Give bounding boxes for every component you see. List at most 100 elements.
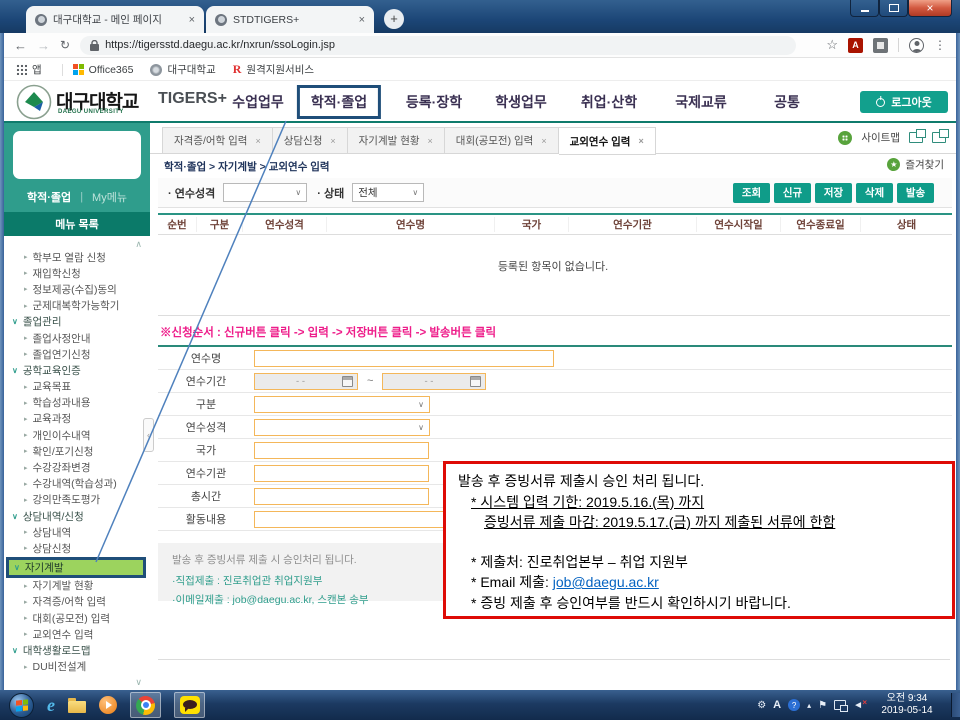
status-select[interactable]: 전체 [352, 183, 424, 202]
new-window-icon[interactable] [909, 132, 923, 143]
new-tab-button[interactable] [384, 9, 404, 29]
nav-item-common[interactable]: 공통 [774, 92, 800, 112]
extension-icon[interactable] [873, 38, 888, 53]
sidebar-section-self-development-highlighted[interactable]: 자기계발 [6, 557, 146, 578]
sidebar-item[interactable]: 수강내역(학습성과) [4, 476, 150, 492]
country-input[interactable] [254, 442, 429, 459]
chevron-down-icon[interactable] [135, 677, 142, 688]
nav-item-classes[interactable]: 수업업무 [232, 92, 284, 112]
send-button[interactable]: 발송 [897, 183, 934, 203]
popup-window-icon[interactable] [932, 132, 946, 143]
close-icon[interactable] [428, 136, 433, 146]
adobe-extension-icon[interactable] [848, 38, 863, 53]
show-desktop-button[interactable] [951, 693, 960, 717]
nav-item-international[interactable]: 국제교류 [675, 92, 727, 112]
bookmark-office365[interactable]: Office365 [73, 64, 134, 76]
sidebar-item[interactable]: 교육과정 [4, 411, 150, 427]
browser-tab-tigers[interactable]: STDTIGERS+ [206, 6, 374, 33]
sidebar-item[interactable]: 상담신청 [4, 540, 150, 556]
sidebar-section[interactable]: 졸업관리 [4, 314, 150, 330]
sidebar-item[interactable]: 상담내역 [4, 524, 150, 540]
tab-counseling[interactable]: 상담신청 [273, 127, 348, 154]
sidebar-item[interactable]: 대회(공모전) 입력 [4, 610, 150, 626]
bookmark-star-icon[interactable] [826, 37, 838, 53]
email-link[interactable]: job@daegu.ac.kr [553, 574, 659, 590]
taskbar-clock[interactable]: 오전 9:34 2019-05-14 [874, 693, 940, 717]
tab-self-development-status[interactable]: 자기계발 현황 [348, 127, 445, 154]
calendar-icon[interactable] [342, 376, 353, 387]
save-button[interactable]: 저장 [815, 183, 852, 203]
sidebar-item[interactable]: DU비전설계 [4, 659, 150, 675]
total-hours-input[interactable] [254, 488, 429, 505]
sidebar-item[interactable]: 학부모 열람 신청 [4, 249, 150, 265]
internet-explorer-icon[interactable] [47, 695, 55, 716]
close-icon[interactable] [330, 136, 335, 146]
close-icon[interactable] [638, 136, 643, 146]
close-icon[interactable] [255, 136, 260, 146]
sidebar-item[interactable]: 졸업연기신청 [4, 346, 150, 362]
type-select[interactable] [254, 396, 430, 413]
nav-item-records-highlighted[interactable]: 학적·졸업 [297, 85, 381, 119]
back-icon[interactable] [14, 38, 27, 53]
sidebar-tab-records[interactable]: 학적·졸업 [27, 189, 71, 205]
logout-button[interactable]: 로그아웃 [860, 91, 948, 113]
nav-item-student-affairs[interactable]: 학생업무 [495, 92, 547, 112]
tab-external-training-active[interactable]: 교외연수 입력 [559, 127, 656, 155]
sidebar-item[interactable]: 확인/포기신청 [4, 443, 150, 459]
network-icon[interactable] [834, 700, 846, 710]
institution-input[interactable] [254, 465, 429, 482]
sidebar-item[interactable]: 졸업사정안내 [4, 330, 150, 346]
start-button[interactable] [9, 693, 34, 718]
file-explorer-icon[interactable] [68, 701, 86, 713]
action-center-icon[interactable] [818, 700, 827, 711]
muted-speaker-icon[interactable] [853, 700, 863, 711]
tab-close-icon[interactable] [189, 14, 195, 26]
reload-icon[interactable] [60, 38, 70, 52]
tray-expand-icon[interactable] [807, 700, 811, 711]
forward-icon[interactable] [37, 38, 50, 53]
nav-item-employment[interactable]: 취업·산학 [581, 92, 637, 112]
nav-item-registration[interactable]: 등록·장학 [406, 92, 462, 112]
favorites-row[interactable]: 즐겨찾기 [887, 157, 944, 172]
delete-button[interactable]: 삭제 [856, 183, 893, 203]
maximize-button[interactable] [879, 0, 908, 17]
training-nature-form-select[interactable] [254, 419, 430, 436]
sidebar-item[interactable]: 강의만족도평가 [4, 492, 150, 508]
search-button[interactable]: 조회 [733, 183, 770, 203]
sidebar-item[interactable]: 자기계발 현황 [4, 578, 150, 594]
sidebar-section[interactable]: 상담내역/신청 [4, 508, 150, 524]
sitemap-label[interactable]: 사이트맵 [861, 130, 900, 145]
close-button[interactable] [908, 0, 952, 17]
sidebar-tab-mymenu[interactable]: My메뉴 [92, 189, 127, 205]
address-bar[interactable]: https://tigersstd.daegu.ac.kr/nxrun/ssoL… [80, 36, 796, 55]
profile-icon[interactable] [909, 38, 924, 53]
settings-tray-icon[interactable] [757, 700, 766, 711]
menu-dots-icon[interactable] [934, 38, 946, 52]
tab-contest[interactable]: 대회(공모전) 입력 [445, 127, 559, 154]
bookmark-remote-support[interactable]: 원격지원서비스 [233, 62, 314, 77]
close-icon[interactable] [541, 136, 546, 146]
sidebar-item[interactable]: 정보제공(수집)동의 [4, 281, 150, 297]
sidebar-item[interactable]: 학습성과내용 [4, 395, 150, 411]
sidebar-item[interactable]: 자격증/어학 입력 [4, 594, 150, 610]
bookmark-apps[interactable]: 앱 [16, 62, 42, 77]
kakaotalk-taskbar-button[interactable] [174, 692, 205, 718]
browser-tab-main[interactable]: 대구대학교 - 메인 페이지 [26, 6, 204, 33]
chevron-up-icon[interactable] [135, 239, 142, 250]
tab-close-icon[interactable] [359, 14, 365, 26]
sidebar-item[interactable]: 수강강좌변경 [4, 459, 150, 475]
bookmark-university[interactable]: 대구대학교 [150, 62, 215, 77]
help-tray-icon[interactable] [788, 699, 800, 711]
ime-language-icon[interactable] [773, 699, 781, 711]
sidebar-item[interactable]: 교외연수 입력 [4, 626, 150, 642]
calendar-icon[interactable] [470, 376, 481, 387]
sidebar-item[interactable]: 재입학신청 [4, 265, 150, 281]
training-name-input[interactable] [254, 350, 554, 367]
sidebar-item[interactable]: 개인이수내역 [4, 427, 150, 443]
tab-certificates[interactable]: 자격증/어학 입력 [162, 127, 273, 154]
minimize-button[interactable] [850, 0, 879, 17]
media-player-icon[interactable] [99, 696, 117, 714]
start-date-input[interactable]: - - [254, 373, 358, 390]
sidebar-item[interactable]: 군제대복학가능학기 [4, 298, 150, 314]
training-nature-select[interactable] [223, 183, 307, 202]
